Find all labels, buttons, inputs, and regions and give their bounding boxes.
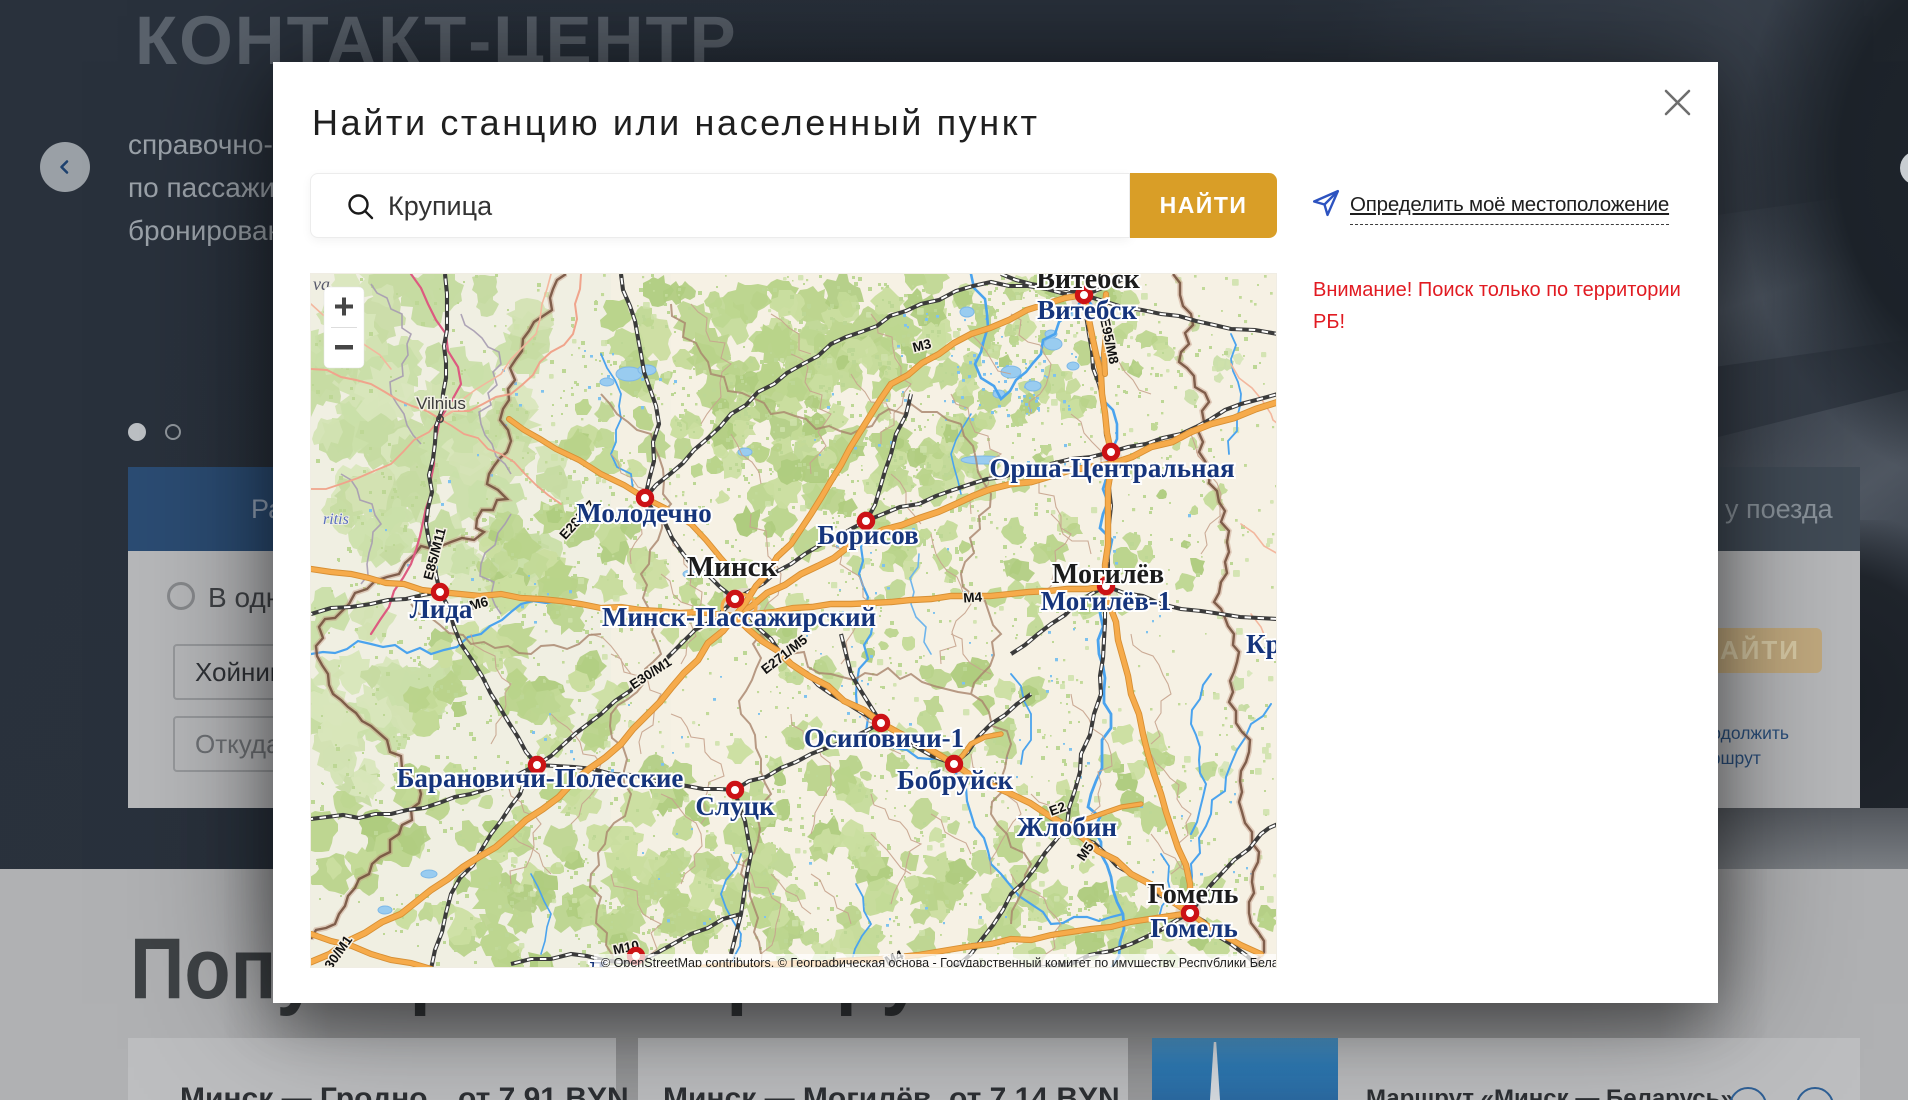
- svg-text:Vilnius: Vilnius: [416, 394, 466, 413]
- svg-text:Минск: Минск: [687, 551, 778, 583]
- svg-text:М4: М4: [963, 589, 983, 605]
- svg-text:Могилёв-1: Могилёв-1: [1041, 586, 1172, 616]
- svg-text:Гомель: Гомель: [1150, 913, 1238, 943]
- svg-text:Гомель: Гомель: [1148, 879, 1239, 910]
- svg-text:Витебск: Витебск: [1037, 295, 1137, 325]
- svg-text:Кричев: Кричев: [1246, 629, 1277, 659]
- svg-text:Молодечно: Молодечно: [576, 498, 711, 528]
- svg-text:Витебск: Витебск: [1036, 274, 1140, 295]
- svg-text:© OpenStreetMap contributors,: © OpenStreetMap contributors, © Географи…: [601, 956, 1277, 968]
- svg-text:Борисов: Борисов: [817, 520, 918, 550]
- svg-text:Орша-Центральная: Орша-Центральная: [989, 453, 1234, 483]
- svg-text:Осиповичи-1: Осиповичи-1: [804, 723, 964, 753]
- svg-text:Лида: Лида: [410, 594, 473, 624]
- svg-text:Жлобин: Жлобин: [1017, 812, 1117, 842]
- svg-text:Бобруйск: Бобруйск: [897, 765, 1014, 795]
- svg-text:Барановичи-Полесские: Барановичи-Полесские: [397, 763, 684, 793]
- svg-text:Минск-Пассажирский: Минск-Пассажирский: [602, 602, 876, 632]
- svg-text:Слуцк: Слуцк: [695, 791, 775, 821]
- svg-text:ritis: ritis: [323, 511, 349, 528]
